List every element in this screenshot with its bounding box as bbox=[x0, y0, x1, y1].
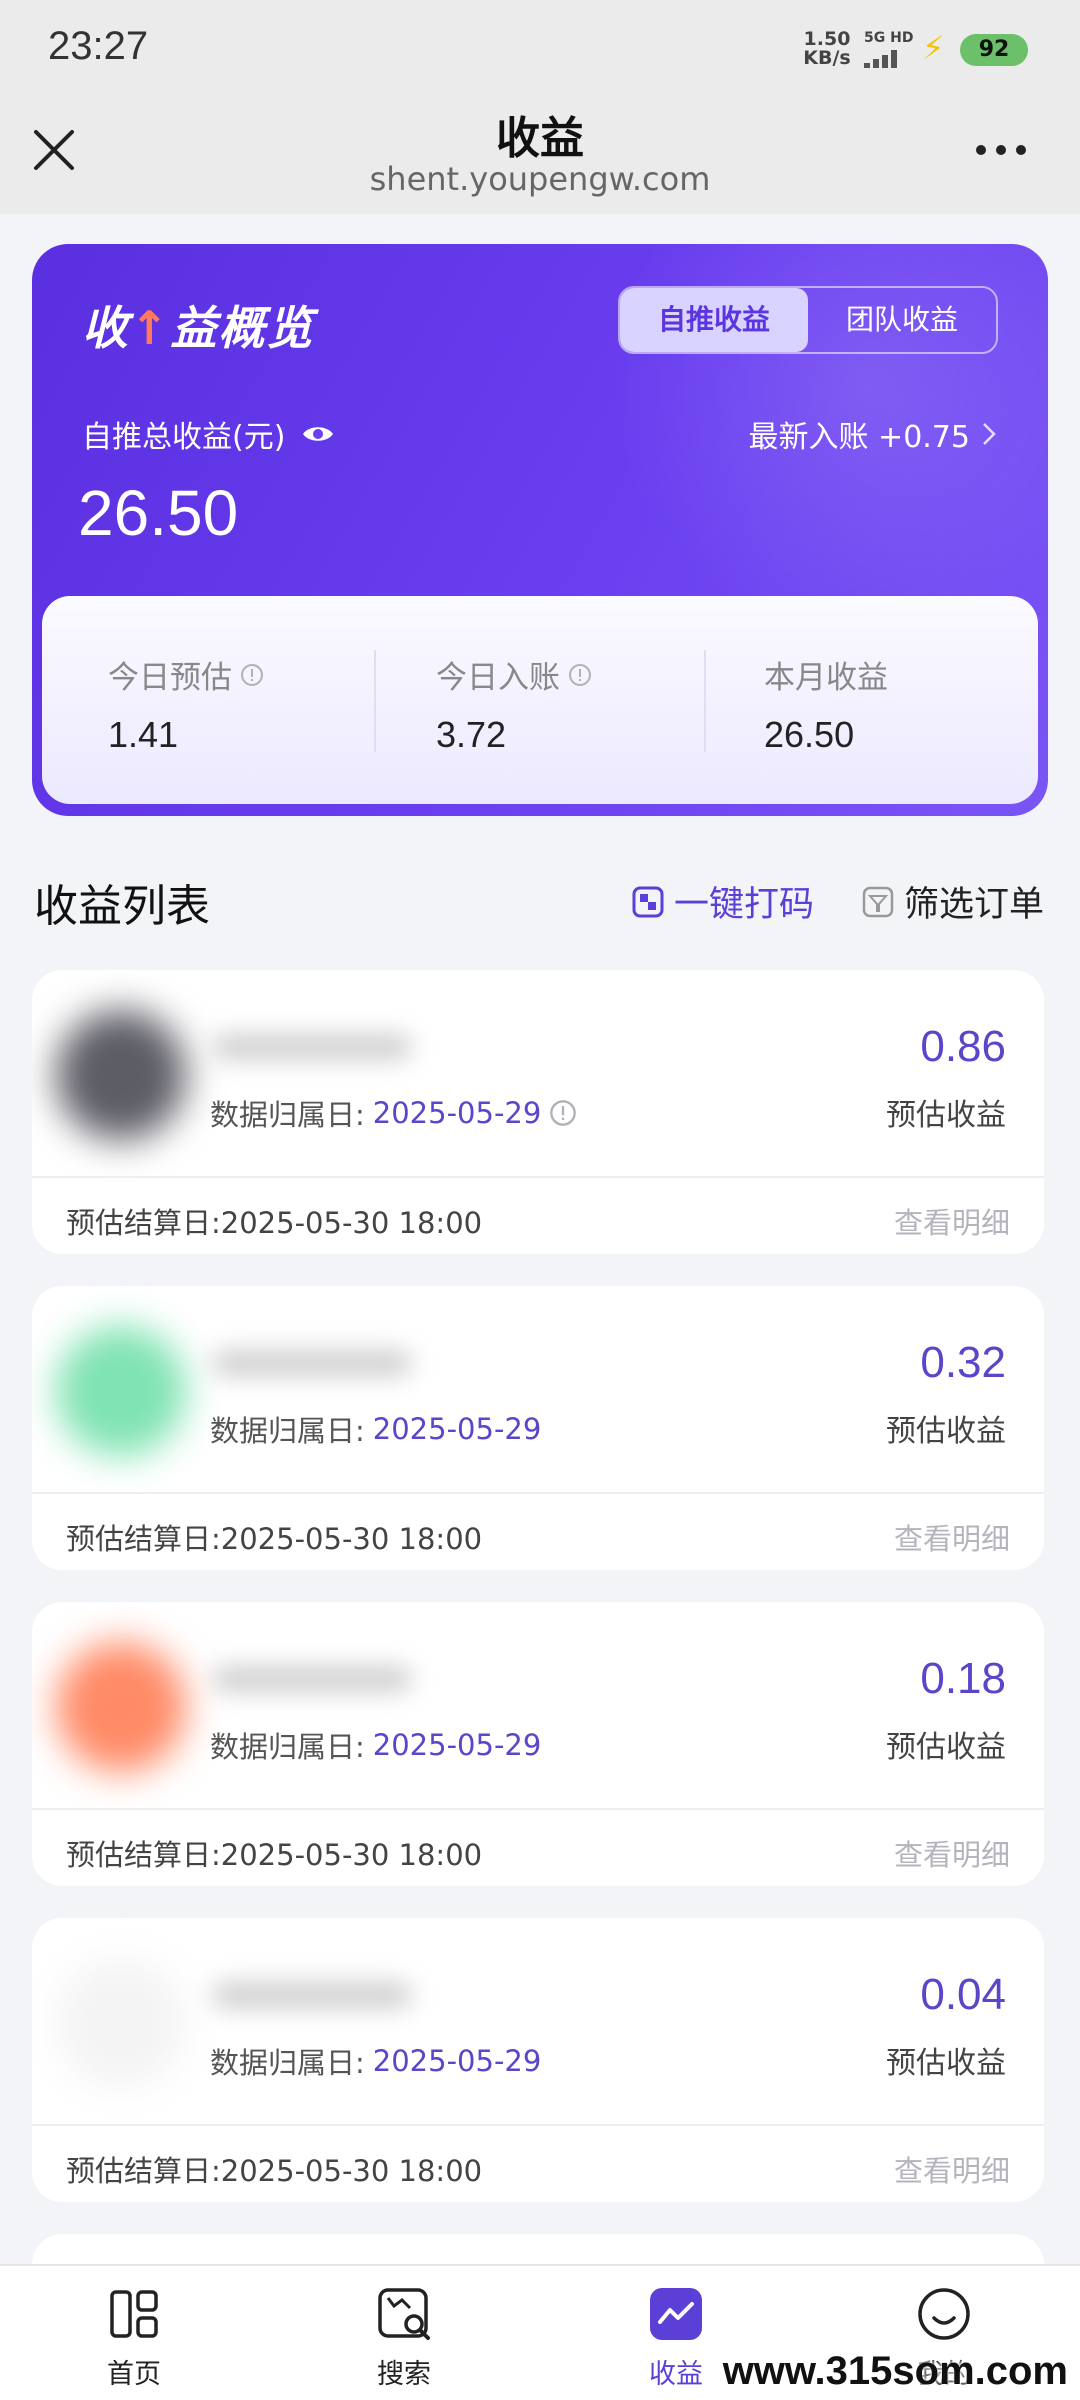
stats-panel: 今日预估 1.41 今日入账 3.72 本月收益 26.50 bbox=[42, 596, 1038, 804]
profile-smile-icon bbox=[918, 2288, 970, 2340]
tab-earnings[interactable]: 收益 bbox=[616, 2286, 736, 2396]
blurred-product-name bbox=[212, 1034, 412, 1060]
settlement-date: 预估结算日:2025-05-30 18:00 bbox=[66, 1838, 483, 1872]
status-bar: 23:27 1.50 KB/s 5G HD ⚡ 92 bbox=[0, 0, 1080, 96]
product-thumbnail bbox=[56, 1642, 186, 1772]
record-amount: 0.04 bbox=[920, 1970, 1006, 2019]
more-dot-icon bbox=[996, 145, 1006, 155]
home-grid-icon bbox=[110, 2290, 158, 2338]
earnings-record[interactable]: 数据归属日: 2025-05-29 0.04 预估收益 预估结算日:2025-0… bbox=[32, 1918, 1044, 2202]
earnings-type-switch: 自推收益 团队收益 bbox=[618, 286, 998, 354]
page-url: shent.youpengw.com bbox=[369, 160, 711, 198]
chevron-right-icon bbox=[983, 423, 996, 445]
battery-indicator: 92 bbox=[960, 34, 1028, 66]
record-amount: 0.86 bbox=[920, 1022, 1006, 1071]
view-details-link[interactable]: 查看明细 bbox=[894, 2148, 1010, 2190]
stat-today-received: 今日入账 3.72 bbox=[370, 596, 698, 804]
arrow-up-accent: ↑ bbox=[130, 301, 171, 355]
divider bbox=[32, 1492, 1044, 1494]
blurred-product-name bbox=[212, 1350, 412, 1376]
stat-today-estimate: 今日预估 1.41 bbox=[42, 596, 370, 804]
more-dot-icon bbox=[976, 145, 986, 155]
nav-header: 收益 shent.youpengw.com bbox=[0, 96, 1080, 214]
charging-icon: ⚡ bbox=[922, 29, 945, 67]
product-thumbnail bbox=[56, 1010, 186, 1140]
overview-title: 收↑益概览 bbox=[82, 301, 315, 355]
info-icon[interactable] bbox=[240, 663, 264, 687]
total-earnings-value: 26.50 bbox=[78, 477, 239, 549]
info-icon[interactable] bbox=[549, 1099, 577, 1127]
settlement-date: 预估结算日:2025-05-30 18:00 bbox=[66, 1206, 483, 1240]
mask-code-icon bbox=[632, 886, 664, 917]
record-amount: 0.32 bbox=[920, 1338, 1006, 1387]
earnings-overview-card: 收↑益概览 自推收益 团队收益 自推总收益(元) 最新入账 +0.75 26.5… bbox=[32, 244, 1048, 816]
more-dot-icon bbox=[1016, 145, 1026, 155]
bottom-tab-bar: 首页 搜索 收益 我的 www.315som.com bbox=[0, 2264, 1080, 2400]
watermark: www.315som.com bbox=[722, 2349, 1068, 2393]
one-click-mask-button[interactable]: 一键打码 bbox=[632, 876, 814, 927]
settlement-date: 预估结算日:2025-05-30 18:00 bbox=[66, 1522, 483, 1556]
earnings-record[interactable]: 数据归属日: 2025-05-29 0.18 预估收益 预估结算日:2025-0… bbox=[32, 1602, 1044, 1886]
tab-home[interactable]: 首页 bbox=[74, 2286, 194, 2396]
product-thumbnail bbox=[56, 1958, 186, 2088]
blurred-product-name bbox=[212, 1982, 412, 2008]
total-earnings-label: 自推总收益(元) bbox=[82, 412, 335, 456]
network-speed: 1.50 KB/s bbox=[803, 28, 851, 69]
earnings-list-title: 收益列表 bbox=[34, 881, 210, 932]
blurred-product-name bbox=[212, 1666, 412, 1692]
filter-icon bbox=[862, 886, 894, 917]
view-details-link[interactable]: 查看明细 bbox=[894, 1516, 1010, 1558]
product-thumbnail bbox=[56, 1326, 186, 1456]
divider bbox=[32, 1176, 1044, 1178]
search-icon bbox=[378, 2288, 430, 2340]
divider bbox=[32, 2124, 1044, 2126]
earnings-chart-icon bbox=[650, 2288, 702, 2340]
tab-search[interactable]: 搜索 bbox=[344, 2286, 464, 2396]
page-title: 收益 bbox=[496, 113, 584, 164]
signal-icon: 5G HD bbox=[864, 30, 916, 70]
info-icon[interactable] bbox=[568, 663, 592, 687]
divider bbox=[32, 1808, 1044, 1810]
earnings-record[interactable]: 数据归属日: 2025-05-29 0.86 预估收益 预估结算日:2025-0… bbox=[32, 970, 1044, 1254]
view-details-link[interactable]: 查看明细 bbox=[894, 1832, 1010, 1874]
filter-orders-button[interactable]: 筛选订单 bbox=[862, 876, 1044, 927]
view-details-link[interactable]: 查看明细 bbox=[894, 1200, 1010, 1242]
tab-team-earnings[interactable]: 团队收益 bbox=[808, 288, 996, 352]
more-button[interactable] bbox=[976, 138, 1036, 162]
stat-month-earnings: 本月收益 26.50 bbox=[764, 660, 888, 755]
status-time: 23:27 bbox=[48, 24, 149, 68]
tab-self-earnings[interactable]: 自推收益 bbox=[620, 288, 808, 352]
earnings-record[interactable]: 数据归属日: 2025-05-29 0.32 预估收益 预估结算日:2025-0… bbox=[32, 1286, 1044, 1570]
settlement-date: 预估结算日:2025-05-30 18:00 bbox=[66, 2154, 483, 2188]
record-amount: 0.18 bbox=[920, 1654, 1006, 1703]
latest-income-link[interactable]: 最新入账 +0.75 bbox=[749, 412, 996, 456]
eye-icon[interactable] bbox=[301, 423, 335, 445]
